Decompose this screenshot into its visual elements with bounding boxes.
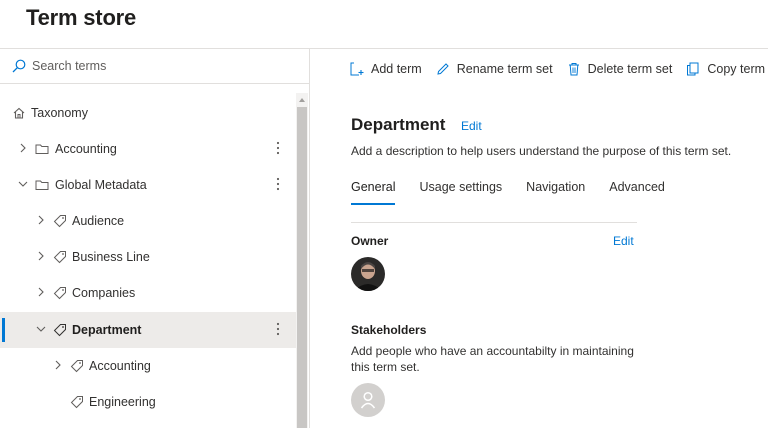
tree-item-global-metadata[interactable]: Global Metadata (0, 167, 296, 203)
chevron-right-icon[interactable] (36, 215, 46, 225)
search-box[interactable]: Search terms (0, 49, 309, 84)
command-bar: Add term Rename term set Delete term set… (350, 60, 768, 78)
copy-icon (687, 62, 699, 76)
edit-owner-link[interactable]: Edit (613, 234, 634, 248)
tag-icon (53, 215, 66, 228)
tree-item-label: Companies (72, 286, 136, 300)
taxonomy-tree: Taxonomy Accounting Global Metadata Audi… (0, 85, 296, 428)
rename-term-set-button[interactable]: Rename term set (436, 62, 553, 76)
tab-advanced[interactable]: Advanced (609, 180, 665, 202)
more-options-icon[interactable] (272, 175, 284, 193)
chevron-right-icon[interactable] (53, 360, 63, 370)
more-options-icon[interactable] (272, 139, 284, 157)
scroll-up-arrow-icon[interactable] (298, 96, 306, 104)
copy-term-set-button[interactable]: Copy term set (686, 62, 768, 76)
tree-root-taxonomy[interactable]: Taxonomy (0, 95, 296, 131)
tree-item-label: Department (72, 323, 142, 337)
tree-item-audience[interactable]: Audience (0, 203, 296, 239)
person-photo-icon (351, 257, 385, 291)
term-set-description[interactable]: Add a description to help users understa… (351, 144, 731, 158)
chevron-down-icon[interactable] (36, 324, 46, 334)
tag-icon (70, 360, 83, 373)
add-term-label: Add term (371, 62, 422, 76)
person-placeholder-icon (360, 391, 376, 409)
home-icon (13, 107, 25, 119)
rename-term-set-label: Rename term set (456, 62, 553, 76)
stakeholders-label: Stakeholders (351, 323, 427, 337)
tree-item-label: Accounting (55, 142, 117, 156)
term-set-title: Department (351, 115, 446, 134)
tab-general[interactable]: General (351, 180, 396, 205)
chevron-right-icon[interactable] (36, 251, 46, 261)
owner-avatar[interactable] (351, 257, 385, 291)
tree-item-accounting-term[interactable]: Accounting (0, 348, 296, 384)
tag-icon (70, 396, 83, 409)
tree-root-label: Taxonomy (31, 106, 88, 120)
more-options-icon[interactable] (272, 320, 284, 338)
pencil-icon (437, 63, 449, 75)
tree-item-label: Audience (72, 214, 125, 228)
tree-item-companies[interactable]: Companies (0, 275, 296, 311)
tree-item-department[interactable]: Department (0, 312, 296, 348)
copy-term-set-label: Copy term set (707, 62, 768, 76)
trash-icon (568, 63, 579, 76)
tree-item-label: Global Metadata (55, 178, 147, 192)
tag-icon (53, 324, 66, 337)
tree-item-accounting-group[interactable]: Accounting (0, 131, 296, 167)
taxonomy-pane: Search terms Taxonomy Accounting Global … (0, 49, 310, 428)
folder-icon (35, 144, 49, 154)
add-term-button[interactable]: Add term (350, 62, 422, 76)
chevron-right-icon[interactable] (36, 287, 46, 297)
chevron-right-icon[interactable] (18, 143, 28, 153)
chevron-down-icon[interactable] (18, 179, 28, 189)
stakeholders-description: Add people who have an accountabilty in … (351, 344, 634, 374)
tree-scrollbar[interactable] (296, 93, 308, 428)
search-icon (12, 59, 26, 73)
selection-indicator (2, 318, 5, 342)
tab-navigation[interactable]: Navigation (526, 180, 585, 202)
tree-item-business-line[interactable]: Business Line (0, 239, 296, 275)
delete-term-set-label: Delete term set (587, 62, 673, 76)
scrollbar-thumb[interactable] (297, 107, 307, 428)
tabs-divider (351, 222, 637, 223)
tab-usage-settings[interactable]: Usage settings (419, 180, 502, 202)
add-term-icon (350, 62, 364, 76)
delete-term-set-button[interactable]: Delete term set (567, 62, 673, 76)
tag-icon (53, 287, 66, 300)
detail-tabs: General Usage settings Navigation Advanc… (351, 180, 689, 205)
tree-item-label: Accounting (89, 359, 151, 373)
tree-item-label: Engineering (89, 395, 156, 409)
folder-icon (35, 180, 49, 190)
tree-item-label: Business Line (72, 250, 150, 264)
edit-term-set-name-link[interactable]: Edit (461, 119, 482, 133)
owner-label: Owner (351, 234, 389, 248)
tree-item-engineering[interactable]: Engineering (0, 384, 296, 420)
tag-icon (53, 251, 66, 264)
search-input[interactable]: Search terms (32, 59, 106, 73)
add-stakeholder-avatar[interactable] (351, 383, 385, 417)
page-title: Term store (26, 5, 137, 30)
